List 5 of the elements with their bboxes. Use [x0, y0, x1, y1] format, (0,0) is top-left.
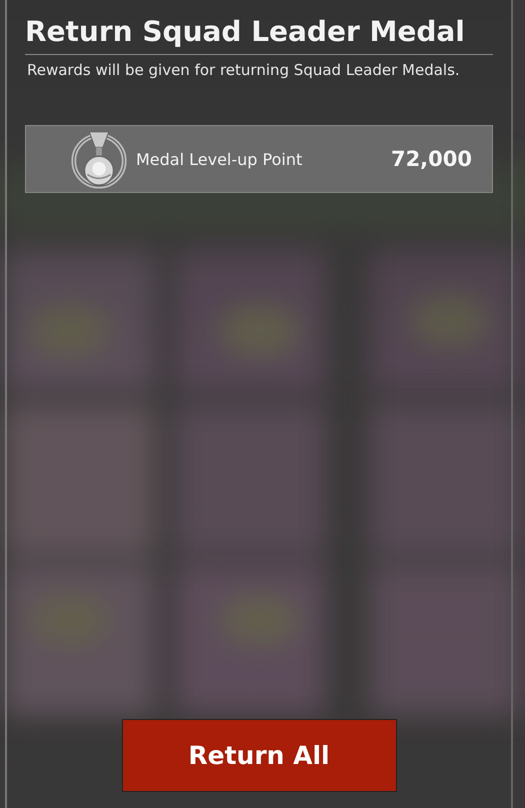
reward-amount: 72,000 [390, 147, 472, 171]
reward-label: Medal Level-up Point [136, 150, 304, 168]
dialog-description: Rewards will be given for returning Squad Leader Medals. [26, 60, 461, 81]
return-all-button[interactable]: Return All [122, 719, 396, 792]
dialog-title: Return Squad Leader Medal [25, 14, 493, 55]
